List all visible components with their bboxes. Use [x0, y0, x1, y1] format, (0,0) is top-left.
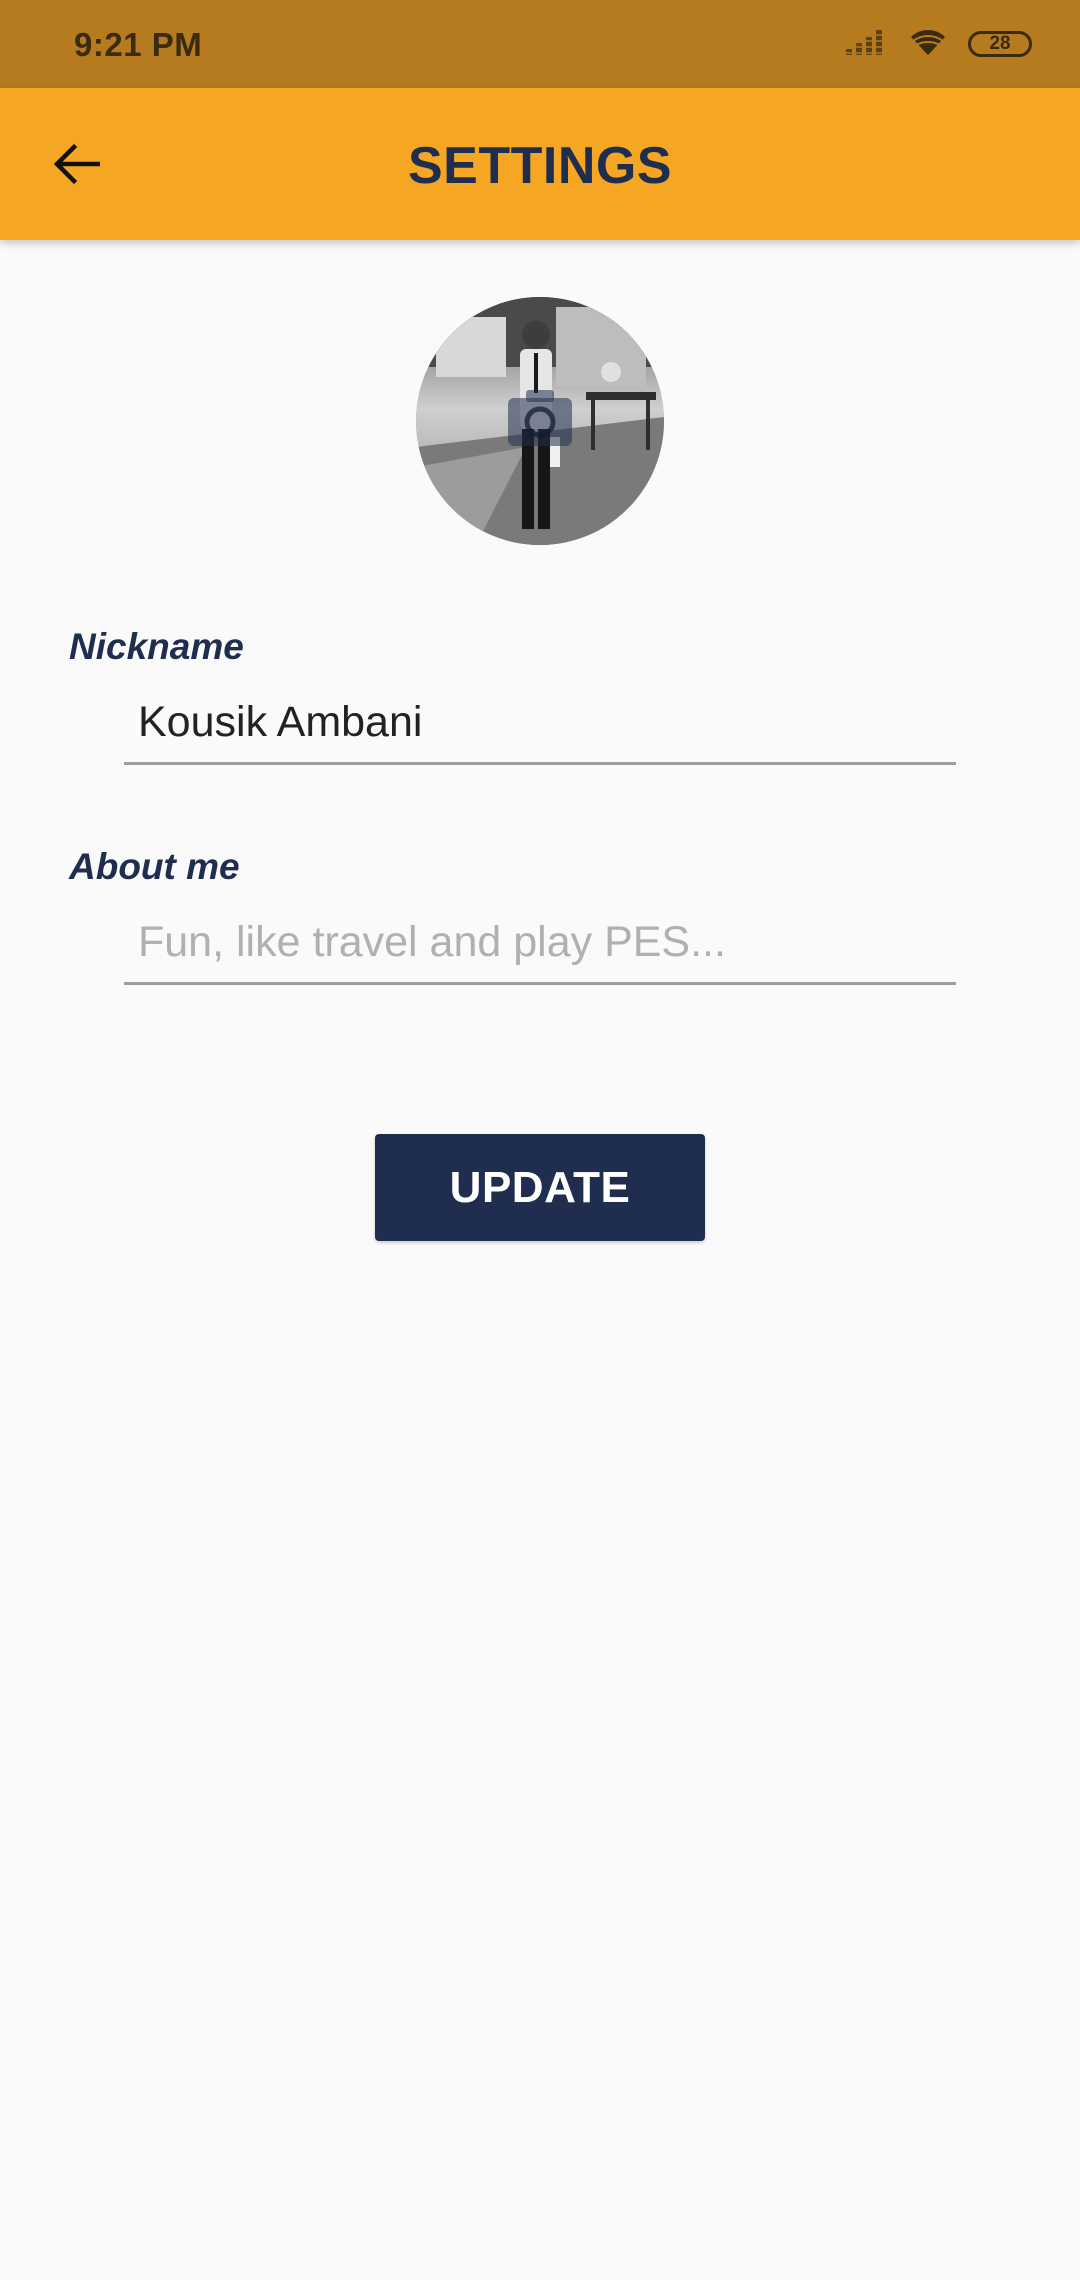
- nickname-input[interactable]: [138, 685, 938, 759]
- camera-icon[interactable]: [506, 386, 574, 454]
- about-me-label: About me: [69, 846, 240, 887]
- battery-level: 28: [989, 33, 1011, 54]
- signal-icon: [844, 27, 888, 62]
- settings-screen: 9:21 PM 28 SETTINGS Nickname Kousik Amba…: [0, 0, 1080, 2280]
- about-me-input[interactable]: [138, 905, 938, 979]
- battery-icon: 28: [968, 31, 1032, 57]
- wifi-icon: [908, 27, 948, 62]
- status-bar: 9:21 PM 28: [0, 0, 1080, 88]
- update-button[interactable]: UPDATE: [375, 1134, 705, 1241]
- nickname-label: Nickname: [69, 626, 244, 667]
- app-bar: SETTINGS: [0, 88, 1080, 240]
- status-icons: 28: [844, 26, 1032, 62]
- about-me-field[interactable]: [124, 905, 956, 985]
- page-title: SETTINGS: [407, 137, 673, 195]
- nickname-field[interactable]: [124, 685, 956, 765]
- status-time: 9:21 PM: [74, 26, 203, 63]
